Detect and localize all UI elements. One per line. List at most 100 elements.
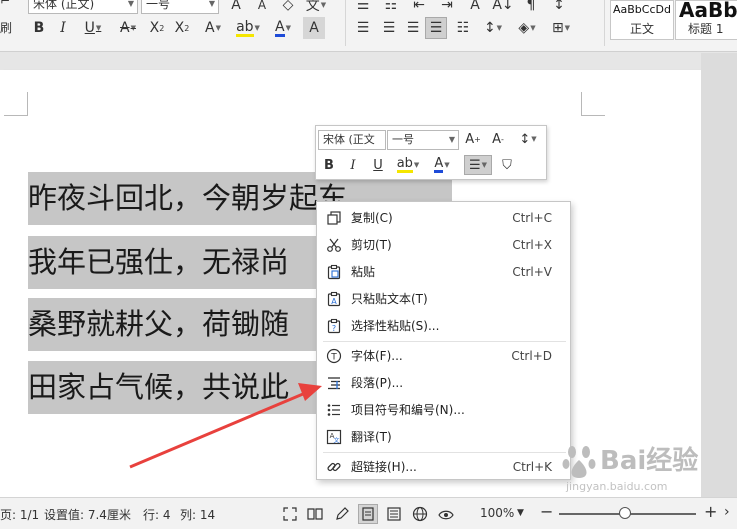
font-name-value: 宋体 (正文): [33, 0, 95, 11]
zoom-value[interactable]: 100%: [480, 506, 514, 520]
text-effect-icon[interactable]: A ▼: [198, 17, 228, 39]
style-heading-1[interactable]: AaBb 标题 1: [675, 0, 737, 40]
mini-font-name-select[interactable]: 宋体 (正文: [318, 130, 386, 150]
reading-view-icon[interactable]: [305, 504, 325, 524]
italic-icon[interactable]: I: [52, 17, 74, 39]
copy-icon: [325, 209, 343, 227]
underline-icon[interactable]: U ▼: [78, 17, 108, 39]
zoom-dropdown-icon[interactable]: ▼: [517, 508, 524, 518]
strikethrough-icon[interactable]: A ▼: [113, 17, 143, 39]
menu-item-shortcut: Ctrl+D: [511, 348, 552, 363]
watermark-brand: Bai经验: [600, 446, 699, 476]
decrease-font-icon[interactable]: A: [251, 0, 273, 16]
sort-icon[interactable]: A↓: [492, 0, 514, 16]
line-spacing-dropdown-icon[interactable]: ↕ ▼: [478, 17, 508, 39]
phonetic-guide-icon[interactable]: 文 ▼: [305, 0, 327, 16]
font-size-select[interactable]: 一号 ▼: [141, 0, 219, 14]
style-normal-name: 正文: [629, 22, 654, 36]
chevron-down-icon: ▼: [448, 135, 455, 144]
paragraph-icon: [325, 374, 343, 392]
menu-item-shortcut: Ctrl+X: [512, 237, 552, 252]
mini-format-painter-icon[interactable]: ⛉: [497, 155, 517, 175]
show-marks-icon[interactable]: ¶: [520, 0, 542, 16]
style-normal-sample: AaBbCcDd: [613, 3, 671, 16]
font-color-icon[interactable]: A ▼: [268, 17, 298, 39]
mini-align-icon[interactable]: ☰ ▼: [464, 155, 492, 175]
menu-item-bullets-numbering[interactable]: 项目符号和编号(N)...: [317, 396, 570, 423]
menu-item-translate[interactable]: A文 翻译(T): [317, 423, 570, 450]
bullets-list-icon[interactable]: ☰: [352, 0, 374, 16]
menu-item-shortcut: Ctrl+K: [512, 459, 552, 474]
justify-icon[interactable]: ☰: [425, 17, 447, 39]
character-shading-icon[interactable]: A: [303, 17, 325, 39]
ribbon-separator: [604, 0, 605, 46]
menu-item-paste-special[interactable]: ? 选择性粘贴(S)...: [317, 312, 570, 339]
zoom-slider-thumb[interactable]: [618, 507, 631, 519]
menu-item-paste-text-only[interactable]: A 只粘贴文本(T): [317, 285, 570, 312]
increase-font-icon[interactable]: A: [225, 0, 247, 16]
mini-font-color-icon[interactable]: A ▼: [427, 155, 457, 175]
zoom-out-icon[interactable]: −: [540, 502, 553, 521]
mini-font-size-value: 一号: [392, 133, 414, 146]
distributed-align-icon[interactable]: ☷: [452, 17, 474, 39]
align-left-icon[interactable]: ☰: [352, 17, 374, 39]
align-right-icon[interactable]: ☰: [402, 17, 424, 39]
mini-decrease-font-icon[interactable]: A-: [488, 129, 508, 149]
shading-icon[interactable]: ◈ ▼: [512, 17, 542, 39]
translate-icon: A文: [325, 428, 343, 446]
mini-font-size-select[interactable]: 一号 ▼: [387, 130, 459, 150]
menu-item-shortcut: Ctrl+V: [512, 264, 552, 279]
baidu-paw-icon: [562, 446, 596, 478]
bold-icon[interactable]: B: [28, 17, 50, 39]
edit-pen-icon[interactable]: [332, 504, 352, 524]
svg-text:A: A: [331, 297, 337, 306]
font-name-select[interactable]: 宋体 (正文) ▼: [28, 0, 138, 14]
mini-line-spacing-icon[interactable]: ↕ ▼: [513, 129, 543, 149]
web-view-icon[interactable]: [410, 504, 430, 524]
full-screen-icon[interactable]: [280, 504, 300, 524]
borders-icon[interactable]: ⊞ ▼: [546, 17, 576, 39]
menu-item-copy[interactable]: 复制(C) Ctrl+C: [317, 204, 570, 231]
page-margin-corner-top-right: [581, 92, 605, 116]
page-margin-corner-top-left: [4, 92, 28, 116]
mini-bold-icon[interactable]: B: [319, 155, 339, 175]
subscript-icon[interactable]: X2: [171, 17, 193, 39]
page-view-icon[interactable]: [358, 504, 378, 524]
menu-item-hyperlink[interactable]: 超链接(H)... Ctrl+K: [317, 453, 570, 480]
format-painter-fragment[interactable]: ⌐: [0, 0, 10, 8]
status-page[interactable]: 页: 1/1: [0, 506, 39, 523]
paste-icon: [325, 263, 343, 281]
mini-italic-icon[interactable]: I: [343, 155, 363, 175]
align-center-icon[interactable]: ☰: [378, 17, 400, 39]
highlight-icon[interactable]: ab ▼: [233, 17, 263, 39]
font-size-value: 一号: [146, 0, 171, 11]
status-setting[interactable]: 设置值: 7.4厘米: [44, 506, 131, 523]
indent-icon[interactable]: ⇥: [436, 0, 458, 16]
mini-underline-icon[interactable]: U: [368, 155, 388, 175]
menu-item-label: 段落(P)...: [351, 376, 404, 390]
outdent-icon[interactable]: ⇤: [408, 0, 430, 16]
line-spacing-icon[interactable]: ↕: [548, 0, 570, 16]
menu-item-font[interactable]: T 字体(F)... Ctrl+D: [317, 342, 570, 369]
chinese-layout-icon[interactable]: A: [464, 0, 486, 16]
status-col: 列: 14: [180, 508, 216, 522]
outline-view-icon[interactable]: [384, 504, 404, 524]
numbered-list-icon[interactable]: ☷: [380, 0, 402, 16]
mini-highlight-icon[interactable]: ab ▼: [393, 155, 423, 175]
zoom-in-icon[interactable]: +: [704, 502, 717, 521]
style-normal[interactable]: AaBbCcDd 正文: [610, 0, 674, 40]
menu-item-label: 剪切(T): [351, 238, 392, 252]
expand-icon[interactable]: ›: [724, 504, 730, 520]
eye-protection-icon[interactable]: [436, 504, 456, 524]
hyperlink-icon: [325, 458, 343, 476]
menu-item-cut[interactable]: 剪切(T) Ctrl+X: [317, 231, 570, 258]
clear-format-icon[interactable]: ◇: [277, 0, 299, 16]
mini-increase-font-icon[interactable]: A +: [463, 129, 483, 149]
chevron-down-icon: ▼: [208, 0, 215, 8]
status-bar: 页: 1/1 设置值: 7.4厘米 行: 4 列: 14 100% ▼ − + …: [0, 497, 737, 529]
superscript-icon[interactable]: X2: [146, 17, 168, 39]
baidu-watermark: Bai经验 jingyan.baidu.com: [562, 440, 732, 498]
menu-item-paragraph[interactable]: 段落(P)...: [317, 369, 570, 396]
scissors-icon: [325, 236, 343, 254]
menu-item-paste[interactable]: 粘贴 Ctrl+V: [317, 258, 570, 285]
